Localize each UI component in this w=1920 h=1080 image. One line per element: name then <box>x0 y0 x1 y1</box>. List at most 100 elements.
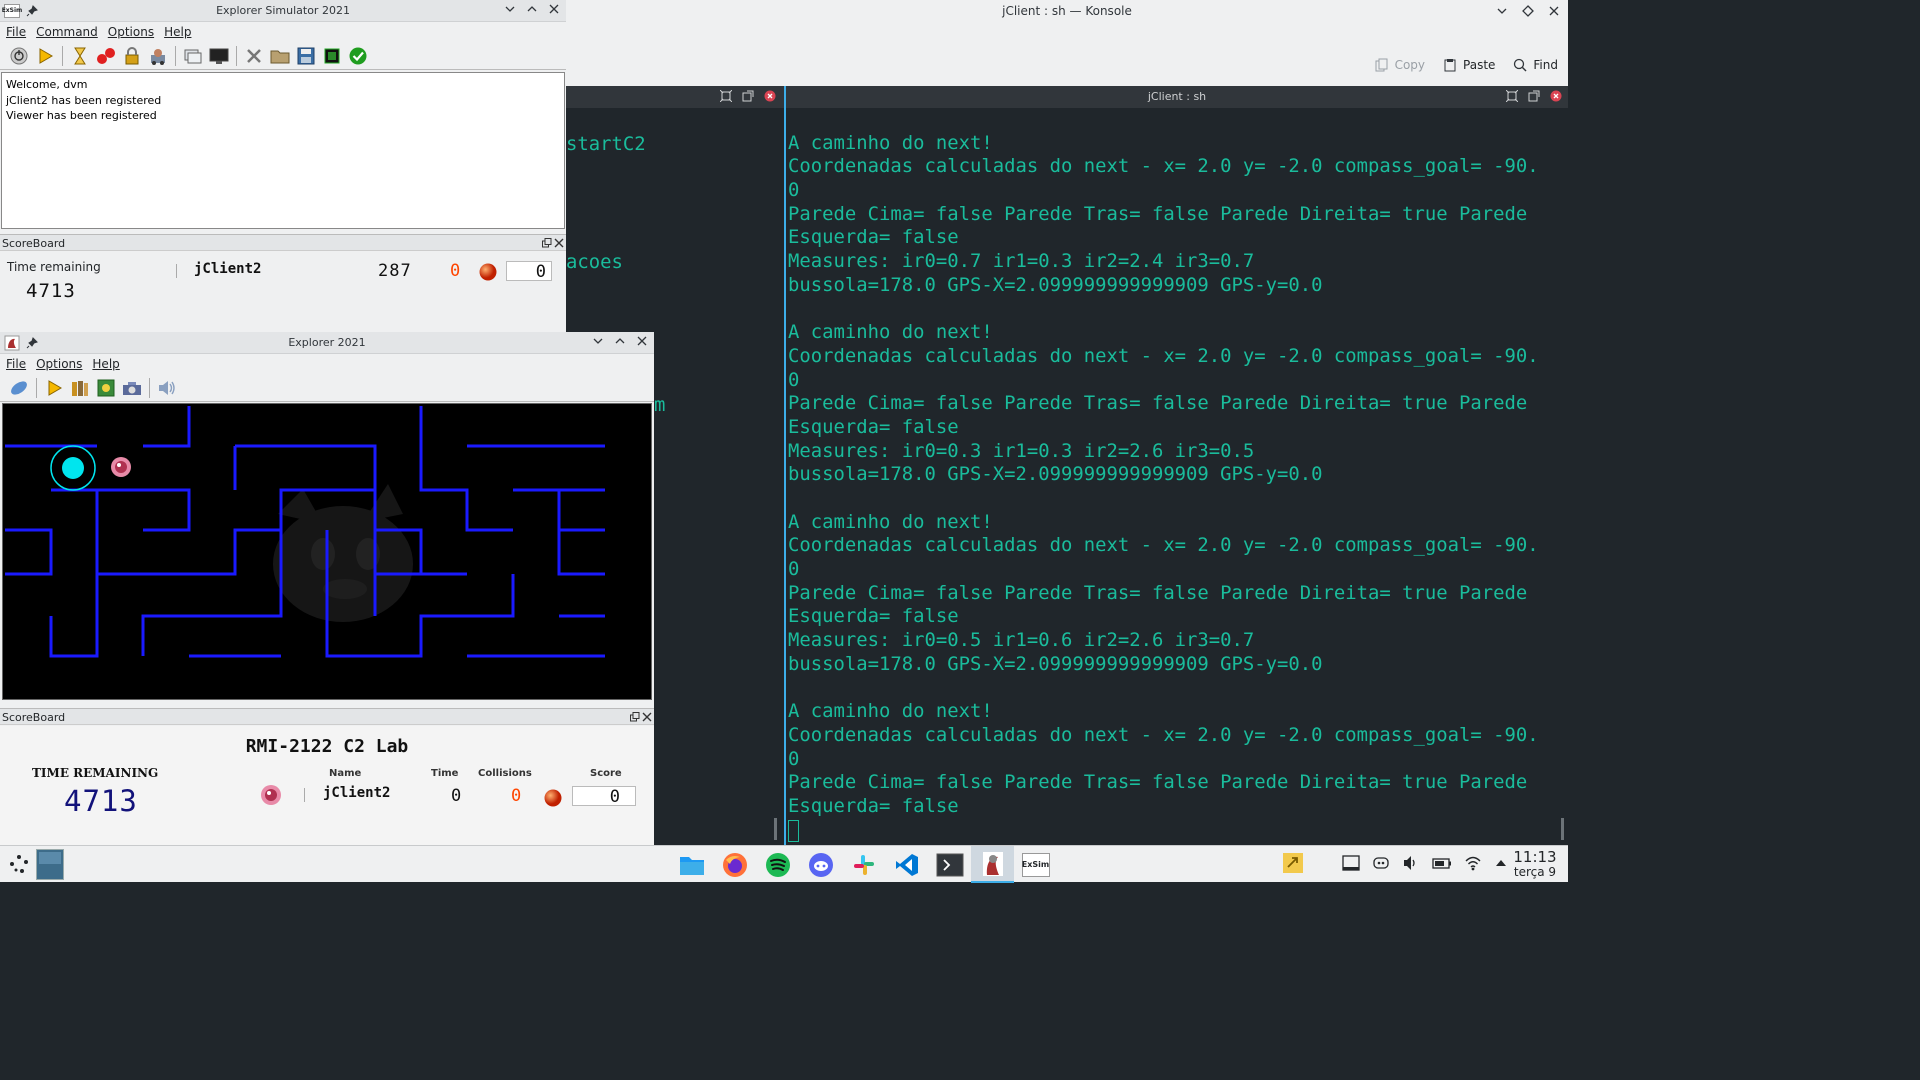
folder-icon <box>679 856 704 875</box>
hourglass-button[interactable] <box>69 45 91 67</box>
confirm-button[interactable] <box>347 45 369 67</box>
close-pane-icon[interactable] <box>764 90 776 102</box>
robot-balls-button[interactable] <box>95 45 117 67</box>
close-icon[interactable] <box>642 712 652 722</box>
float-icon[interactable] <box>630 712 640 722</box>
maximize-icon[interactable] <box>1522 5 1534 17</box>
find-button[interactable]: Find <box>1513 58 1558 72</box>
detach-pane-icon[interactable] <box>742 90 754 102</box>
menu-options[interactable]: Options <box>108 25 154 39</box>
chip-button[interactable] <box>321 45 343 67</box>
task-spotify[interactable] <box>756 846 799 883</box>
lock-button[interactable] <box>121 45 143 67</box>
pin-icon[interactable] <box>26 336 38 349</box>
viewer-toolbar <box>0 374 654 402</box>
show-desktop-icon[interactable] <box>1342 854 1360 872</box>
search-icon <box>1514 58 1527 72</box>
power-button[interactable] <box>8 45 30 67</box>
hourglass-icon <box>74 47 86 64</box>
battery-icon[interactable] <box>1432 854 1452 872</box>
score-field: 0 <box>506 261 552 282</box>
close-icon[interactable] <box>548 3 560 15</box>
desktop-pager[interactable] <box>36 849 64 880</box>
task-vscode[interactable] <box>885 846 928 883</box>
camera-button[interactable] <box>121 377 143 399</box>
windows-button[interactable] <box>182 45 204 67</box>
menu-options[interactable]: Options <box>36 357 82 371</box>
task-discord[interactable] <box>799 846 842 883</box>
open-folder-button[interactable] <box>269 45 291 67</box>
tom-watermark <box>273 484 413 622</box>
expand-pane-icon[interactable] <box>1506 90 1518 102</box>
terminal-line: A caminho do next! <box>788 700 993 723</box>
tools-button[interactable] <box>243 45 265 67</box>
menu-help[interactable]: Help <box>92 357 119 371</box>
toolbar-separator <box>236 45 237 66</box>
map-button[interactable] <box>95 377 117 399</box>
float-icon[interactable] <box>542 238 552 248</box>
time-remaining-label: Time remaining <box>7 260 101 274</box>
speaker-icon <box>159 380 175 395</box>
viewer-title: Explorer 2021 <box>288 336 366 349</box>
task-firefox[interactable] <box>713 846 756 883</box>
start-button[interactable] <box>34 45 56 67</box>
terminal-line: 0 <box>788 747 800 770</box>
save-button[interactable] <box>295 45 317 67</box>
start-button[interactable] <box>43 377 65 399</box>
task-explorer-viewer[interactable] <box>971 846 1014 883</box>
tools-icon <box>247 48 261 63</box>
right-pane-title: jClient : sh <box>1147 90 1207 103</box>
books-icon <box>72 380 88 396</box>
terminal-output[interactable]: A caminho do next! Coordenadas calculadas… <box>786 108 1568 845</box>
left-scrollbar[interactable] <box>774 818 777 840</box>
task-konsole[interactable] <box>928 846 971 883</box>
discord-tray-icon[interactable] <box>1372 854 1390 872</box>
app-launcher[interactable] <box>8 853 30 875</box>
log-line: jClient2 has been registered <box>6 93 162 107</box>
left-pane-header <box>566 86 784 108</box>
close-icon[interactable] <box>554 238 564 248</box>
start-marker <box>50 445 96 491</box>
map-icon <box>97 379 115 396</box>
viewer-scoreboard-header: ScoreBoard <box>0 708 654 725</box>
copy-button[interactable]: Copy <box>1375 58 1425 72</box>
menu-help[interactable]: Help <box>164 25 191 39</box>
library-button[interactable] <box>69 377 91 399</box>
maximize-icon[interactable] <box>526 3 538 15</box>
log-line: Viewer has been registered <box>6 109 157 122</box>
menu-file[interactable]: File <box>6 25 26 39</box>
minimize-icon[interactable] <box>592 335 604 347</box>
launcher-icon <box>10 855 28 873</box>
task-files[interactable] <box>670 846 713 883</box>
update-notifier-icon[interactable] <box>1282 852 1304 874</box>
terminal-scrollbar[interactable] <box>1561 818 1564 840</box>
sound-button[interactable] <box>156 377 178 399</box>
menu-file[interactable]: File <box>6 357 26 371</box>
robot-button[interactable] <box>147 45 169 67</box>
message-log[interactable]: Welcome, dvm jClient2 has been registere… <box>1 72 565 229</box>
expand-pane-icon[interactable] <box>720 90 732 102</box>
detach-pane-icon[interactable] <box>1528 90 1540 102</box>
maze-canvas[interactable] <box>2 403 652 700</box>
clock[interactable]: 11:13 terça 9 <box>1510 849 1560 879</box>
scoreboard-title: ScoreBoard <box>2 237 66 250</box>
menu-command[interactable]: Command <box>36 25 98 39</box>
task-exsim[interactable]: ExSim <box>1014 846 1057 883</box>
konsole-window: jClient : sh — Konsole Copy Paste Find s… <box>566 0 1568 845</box>
minimize-icon[interactable] <box>504 3 516 15</box>
maximize-icon[interactable] <box>614 335 626 347</box>
monitor-button[interactable] <box>208 45 230 67</box>
monitor-icon <box>209 48 229 64</box>
tray-expand-icon[interactable] <box>1494 856 1508 870</box>
pin-icon[interactable] <box>26 4 38 17</box>
close-pane-icon[interactable] <box>1550 90 1562 102</box>
wifi-icon[interactable] <box>1464 854 1482 872</box>
close-icon[interactable] <box>1548 5 1560 17</box>
close-icon[interactable] <box>636 335 648 347</box>
connect-button[interactable] <box>8 377 30 399</box>
volume-icon[interactable] <box>1402 854 1420 872</box>
minimize-icon[interactable] <box>1496 5 1508 17</box>
task-slack[interactable] <box>842 846 885 883</box>
paste-button[interactable]: Paste <box>1443 58 1495 72</box>
